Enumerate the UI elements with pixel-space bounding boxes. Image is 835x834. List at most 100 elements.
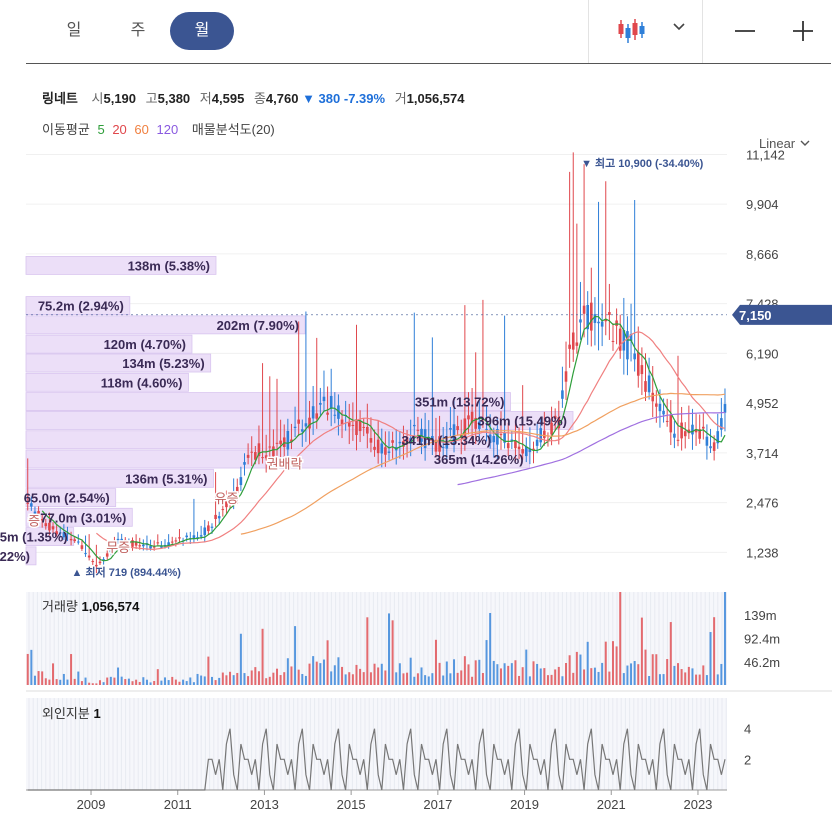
volume-bar [384, 670, 387, 685]
candle-body [376, 439, 380, 454]
volume-bar [294, 626, 297, 685]
stock-chart[interactable]: 11,1429,9048,6667,4286,1904,9523,7142,47… [0, 0, 835, 834]
candle-body [250, 451, 254, 453]
candle-body [467, 415, 470, 420]
volume-bar [315, 661, 318, 685]
candle-body [308, 417, 311, 429]
volume-bar [467, 664, 470, 685]
volume-bar [698, 674, 701, 685]
volume-bar [276, 668, 279, 685]
candle-body [636, 352, 640, 376]
candle-body [564, 371, 568, 382]
volume-bar [254, 667, 257, 685]
volume-bar [362, 672, 365, 685]
volume-bar [568, 655, 571, 685]
y-tick-label: 1,238 [746, 545, 779, 560]
volume-bar [434, 639, 437, 685]
candle-body [369, 438, 373, 443]
volume-bar [702, 665, 705, 685]
volume-bar [424, 675, 427, 685]
x-tick-label: 2019 [510, 797, 539, 812]
volume-panel-label: 거래량 1,056,574 [42, 596, 139, 615]
volume-bar [279, 675, 282, 685]
volume-bar [243, 673, 246, 685]
candle-body [702, 426, 705, 429]
volume-bar [391, 620, 394, 685]
candle-body [366, 426, 369, 434]
volume-bar [525, 649, 528, 685]
volume-bar [532, 661, 535, 685]
volume-bar [88, 682, 91, 685]
volume-bar [286, 658, 289, 685]
volume-bar [142, 677, 145, 685]
candle-body [499, 434, 503, 436]
volume-bar [359, 668, 362, 685]
candle-body [160, 546, 163, 548]
foreign-title: 외인지분 [42, 706, 90, 721]
volume-bar [557, 666, 560, 685]
x-tick-label: 2011 [164, 797, 192, 812]
volume-bar [207, 656, 210, 685]
candle-body [658, 403, 662, 412]
volume-bar [608, 671, 611, 685]
event-label: 유증 [215, 491, 239, 506]
candle-body [662, 410, 665, 415]
volume-bar [37, 671, 40, 685]
volume-bar [546, 675, 549, 685]
candle-body [673, 433, 676, 438]
volume-bar [120, 676, 123, 685]
volume-bar [528, 676, 531, 685]
volume-bar [131, 681, 134, 685]
candle-body [142, 544, 145, 547]
candle-body [608, 312, 611, 315]
candle-body [329, 395, 333, 409]
volume-bar [257, 671, 260, 685]
y-tick-label: 8,666 [746, 247, 779, 262]
volume-bar [239, 633, 242, 685]
candle-body [647, 375, 651, 393]
volume-bar [77, 671, 80, 685]
volume-bar [720, 663, 723, 685]
candle-body [362, 426, 366, 428]
volume-bar [84, 677, 87, 685]
volume-bar [196, 673, 199, 685]
volume-bar [648, 676, 651, 685]
candle-body [373, 446, 376, 450]
candle-body [615, 320, 618, 326]
volume-bar [218, 677, 221, 685]
candle-body [239, 477, 243, 486]
volume-bar [80, 681, 83, 685]
volume-bar [167, 680, 170, 685]
candle-body [87, 555, 91, 558]
volume-tick-label: 46.2m [744, 655, 780, 670]
volume-bar [73, 678, 76, 685]
volume-bar [691, 668, 694, 685]
candle-body [178, 537, 181, 539]
volume-bar [149, 682, 152, 685]
foreign-tick-label: 4 [744, 722, 751, 737]
candle-body [73, 539, 76, 542]
volume-profile-label: 134m (5.23%) [122, 356, 204, 371]
candle-body [322, 396, 326, 402]
candle-body [170, 541, 174, 543]
volume-bar [633, 661, 636, 685]
volume-profile-label: 120m (4.70%) [104, 337, 186, 352]
volume-bar [539, 668, 542, 685]
candle-body [506, 443, 510, 449]
candle-body [69, 538, 73, 541]
volume-profile-label: 65.0m (2.54%) [24, 491, 110, 506]
candle-body [590, 302, 593, 331]
candle-body [98, 561, 102, 564]
volume-bar [416, 673, 419, 685]
candle-body [412, 424, 416, 427]
volume-bar [445, 661, 448, 685]
volume-bar [695, 674, 698, 685]
volume-title: 거래량 [42, 599, 78, 614]
volume-bar [575, 651, 578, 685]
volume-bar [232, 675, 235, 685]
volume-bar [106, 677, 109, 685]
volume-bar [236, 672, 239, 685]
volume-bar [160, 680, 163, 685]
volume-bar [308, 663, 311, 685]
candle-body [355, 419, 358, 436]
